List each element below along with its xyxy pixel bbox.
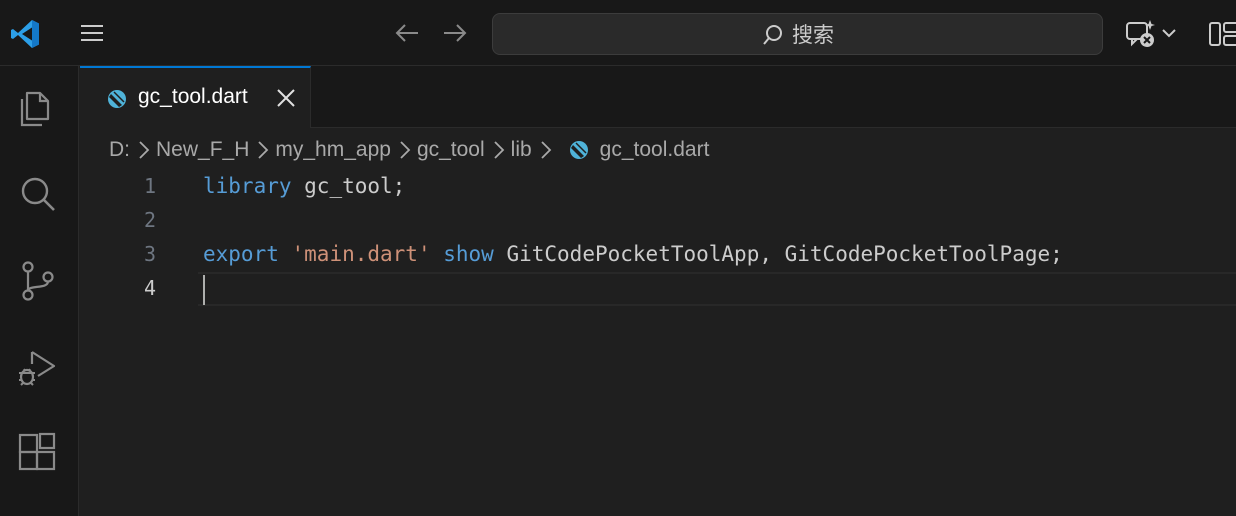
search-icon[interactable] xyxy=(16,173,58,215)
line-number: 3 xyxy=(143,242,156,266)
arrow-right-icon[interactable] xyxy=(442,22,468,44)
breadcrumb: D: New_F_H my_hm_app gc_tool lib gc_tool… xyxy=(109,136,709,164)
code-editor[interactable]: 1 library gc_tool; 2 3 export 'main.dart… xyxy=(80,170,1236,516)
line-code: export 'main.dart' show GitCodePocketToo… xyxy=(203,242,1063,266)
chevron-right-icon xyxy=(400,141,411,159)
line-code: library gc_tool; xyxy=(203,174,405,198)
explorer-icon[interactable] xyxy=(16,87,58,129)
keyword-token: library xyxy=(203,174,292,198)
tab-gc-tool-dart[interactable]: gc_tool.dart xyxy=(80,66,311,128)
breadcrumb-item-folder[interactable]: lib xyxy=(511,138,532,162)
breadcrumb-item-folder[interactable]: gc_tool xyxy=(417,138,485,162)
command-center-search[interactable]: 搜索 xyxy=(492,13,1103,55)
extensions-icon[interactable] xyxy=(16,432,58,474)
search-placeholder: 搜索 xyxy=(792,23,834,47)
breadcrumb-item-file[interactable]: gc_tool.dart xyxy=(600,138,710,162)
code-line: 1 library gc_tool; xyxy=(80,170,1236,204)
keyword-token: show xyxy=(443,242,494,266)
text-cursor xyxy=(203,275,205,305)
chevron-down-icon[interactable] xyxy=(1160,24,1178,42)
search-content: 搜索 xyxy=(762,23,834,47)
chevron-right-icon xyxy=(541,141,551,159)
run-debug-icon[interactable] xyxy=(16,346,58,388)
code-line-active: 4 xyxy=(80,272,1236,306)
line-number: 4 xyxy=(143,276,156,300)
arrow-left-icon[interactable] xyxy=(394,22,420,44)
close-icon[interactable] xyxy=(275,87,297,109)
code-line: 3 export 'main.dart' show GitCodePocketT… xyxy=(80,238,1236,272)
line-number: 1 xyxy=(143,174,156,198)
source-control-icon[interactable] xyxy=(16,259,58,301)
editor-tabs: gc_tool.dart xyxy=(80,66,1236,128)
breadcrumb-item-drive[interactable]: D: xyxy=(109,138,130,162)
copilot-icon[interactable] xyxy=(1124,18,1158,50)
layout-panel-icon[interactable] xyxy=(1208,20,1236,48)
activity-bar xyxy=(0,66,79,516)
chevron-right-icon xyxy=(494,141,504,159)
code-line: 2 xyxy=(80,204,1236,238)
chevron-right-icon xyxy=(139,141,150,159)
keyword-token: export xyxy=(203,242,279,266)
search-icon xyxy=(763,25,782,45)
tab-label: gc_tool.dart xyxy=(138,85,248,108)
breadcrumb-item-folder[interactable]: New_F_H xyxy=(156,138,249,162)
identifier-token: gc_tool; xyxy=(291,174,406,198)
chevron-right-icon xyxy=(258,141,269,159)
vscode-logo-icon[interactable] xyxy=(9,18,41,50)
hamburger-menu-icon[interactable] xyxy=(80,22,104,44)
breadcrumb-item-folder[interactable]: my_hm_app xyxy=(275,138,391,162)
dart-file-icon xyxy=(569,141,588,159)
string-token: 'main.dart' xyxy=(291,242,431,266)
dart-file-icon xyxy=(108,90,126,108)
identifier-token: GitCodePocketToolApp, GitCodePocketToolP… xyxy=(493,242,1063,266)
line-number: 2 xyxy=(143,208,156,232)
title-bar: 搜索 xyxy=(0,0,1236,66)
current-line-highlight xyxy=(198,272,1236,306)
